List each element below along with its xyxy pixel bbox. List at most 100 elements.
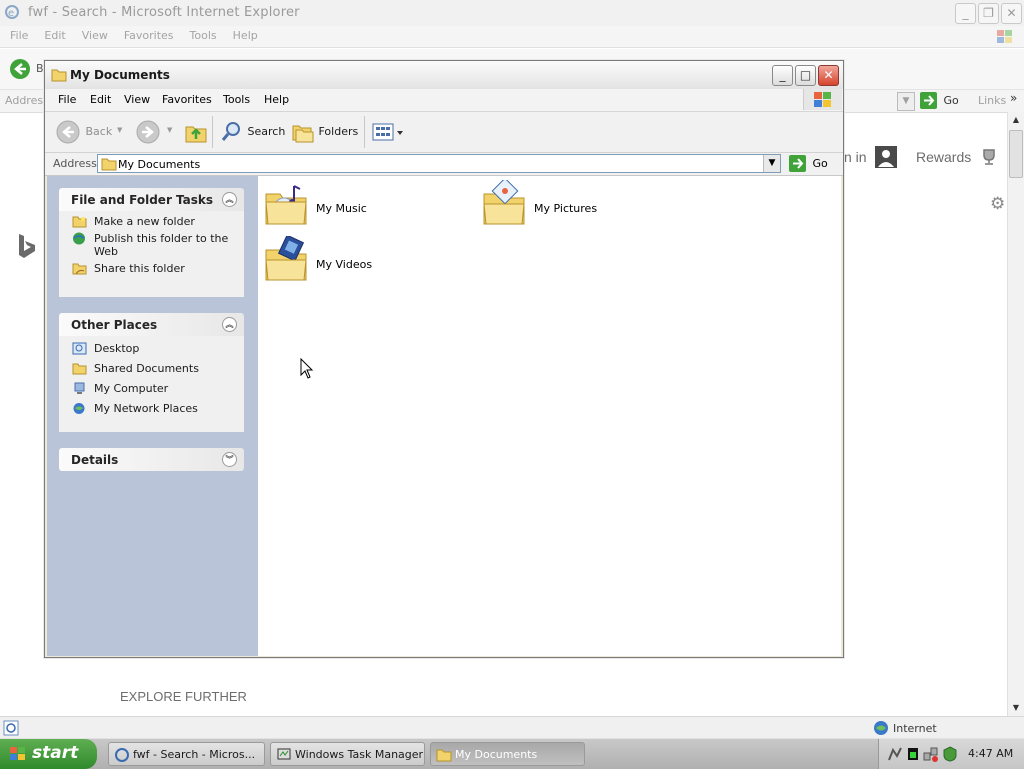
- folder-title-icon: [51, 67, 67, 85]
- window-menu-bar: File Edit View Favorites Tools Help: [45, 89, 843, 112]
- scroll-down-arrow-icon[interactable]: ▼: [1008, 700, 1024, 716]
- search-button[interactable]: Search: [220, 120, 285, 144]
- collapse-chevron-icon[interactable]: ︽: [222, 317, 237, 332]
- ie-close-button[interactable]: ✕: [1001, 3, 1022, 24]
- my-computer-label: My Computer: [94, 382, 169, 395]
- shared-documents-icon: [72, 362, 87, 375]
- menu-view[interactable]: View: [124, 93, 150, 106]
- ie-menu-tools[interactable]: Tools: [190, 26, 217, 46]
- ie-back-label: B: [36, 62, 44, 75]
- taskbar-button-task-manager[interactable]: Windows Task Manager: [270, 742, 425, 766]
- address-value: My Documents: [118, 158, 201, 171]
- ie-title: fwf - Search - Microsoft Internet Explor…: [28, 5, 300, 20]
- window-address-bar: Address My Documents ▼ Go: [45, 153, 843, 176]
- taskbar-button-ie-label: fwf - Search - Micros...: [133, 748, 256, 761]
- address-dropdown-icon[interactable]: ▼: [763, 155, 780, 172]
- ie-links-label[interactable]: Links: [978, 94, 1006, 107]
- minimize-button[interactable]: _: [772, 65, 793, 86]
- user-avatar-icon[interactable]: [875, 146, 897, 171]
- shared-documents-link[interactable]: Shared Documents: [59, 362, 244, 375]
- settings-gear-icon[interactable]: ⚙: [990, 194, 1005, 214]
- views-button[interactable]: [371, 120, 405, 147]
- other-places-header[interactable]: Other Places ︽: [59, 313, 244, 336]
- make-new-folder-link[interactable]: Make a new folder: [59, 215, 244, 228]
- address-label: Address: [53, 157, 97, 170]
- menu-tools[interactable]: Tools: [223, 93, 250, 106]
- go-button[interactable]: Go: [789, 155, 828, 172]
- ie-menu-file[interactable]: File: [10, 26, 28, 46]
- address-field[interactable]: My Documents ▼: [97, 154, 781, 173]
- address-folder-icon: [101, 156, 117, 174]
- bing-logo-icon[interactable]: [16, 232, 38, 263]
- explore-further-heading: EXPLORE FURTHER: [120, 689, 247, 704]
- scroll-up-arrow-icon[interactable]: ▲: [1008, 112, 1024, 128]
- other-places-title: Other Places: [71, 318, 158, 332]
- menu-edit[interactable]: Edit: [90, 93, 111, 106]
- ie-go-button[interactable]: Go: [920, 92, 959, 109]
- taskbar-button-task-manager-label: Windows Task Manager: [295, 748, 424, 761]
- taskbar-button-my-documents[interactable]: My Documents: [430, 742, 585, 766]
- desktop-link[interactable]: Desktop: [59, 342, 244, 355]
- my-videos-label: My Videos: [316, 258, 373, 271]
- window-title-bar[interactable]: My Documents _ □ ✕: [45, 61, 843, 90]
- windows-logo-icon: [9, 746, 27, 767]
- sign-in-link[interactable]: n in: [844, 149, 867, 165]
- my-network-places-link[interactable]: My Network Places: [59, 402, 244, 415]
- back-dropdown-icon[interactable]: ▼: [117, 126, 122, 134]
- file-folder-tasks-title: File and Folder Tasks: [71, 193, 214, 207]
- ie-menu-help[interactable]: Help: [233, 26, 258, 46]
- ie-address-dropdown-icon[interactable]: ▼: [897, 92, 915, 111]
- forward-dropdown-icon[interactable]: ▼: [167, 126, 172, 134]
- other-places-body: Desktop Shared Documents My Computer My …: [59, 336, 244, 432]
- system-tray: 4:47 AM: [878, 739, 1024, 769]
- forward-button[interactable]: [136, 120, 160, 147]
- ie-menu-bar: File Edit View Favorites Tools Help: [0, 26, 1024, 48]
- window-toolbar: Back ▼ ▼ Search Folders: [45, 112, 843, 153]
- my-computer-link[interactable]: My Computer: [59, 382, 244, 395]
- expand-chevron-icon[interactable]: ︾: [222, 452, 237, 467]
- maximize-button[interactable]: □: [795, 65, 816, 86]
- menu-help[interactable]: Help: [264, 93, 289, 106]
- file-folder-tasks-header[interactable]: File and Folder Tasks ︽: [59, 188, 244, 211]
- tray-security-icon[interactable]: [942, 746, 958, 765]
- trophy-icon[interactable]: [980, 148, 998, 169]
- ie-taskbar-icon: [114, 747, 130, 765]
- share-folder-icon: [72, 262, 87, 275]
- toolbar-separator: [364, 116, 365, 148]
- publish-folder-link[interactable]: Publish this folder to the Web: [59, 232, 244, 258]
- toolbar-separator: [212, 116, 213, 148]
- details-header[interactable]: Details ︾: [59, 448, 244, 471]
- taskbar-button-ie[interactable]: fwf - Search - Micros...: [108, 742, 265, 766]
- publish-folder-label: Publish this folder to the Web: [94, 232, 229, 258]
- windows-flag-icon: [803, 89, 842, 110]
- my-computer-icon: [72, 382, 87, 395]
- ie-links-chevron-icon[interactable]: »: [1010, 91, 1017, 105]
- ie-vertical-scrollbar[interactable]: ▲ ▼: [1007, 112, 1024, 716]
- back-button[interactable]: Back: [56, 120, 112, 144]
- folders-button[interactable]: Folders: [291, 120, 358, 144]
- folders-label: Folders: [318, 125, 359, 138]
- ie-menu-edit[interactable]: Edit: [44, 26, 65, 46]
- menu-file[interactable]: File: [58, 93, 76, 106]
- menu-favorites[interactable]: Favorites: [162, 93, 212, 106]
- ie-minimize-button[interactable]: _: [955, 3, 976, 24]
- tray-task-manager-icon[interactable]: [906, 746, 920, 765]
- ie-menu-favorites[interactable]: Favorites: [124, 26, 174, 46]
- ie-back-icon[interactable]: [9, 58, 31, 83]
- collapse-chevron-icon[interactable]: ︽: [222, 192, 237, 207]
- share-folder-link[interactable]: Share this folder: [59, 262, 244, 275]
- ie-menu-view[interactable]: View: [82, 26, 108, 46]
- ie-maximize-button[interactable]: ❐: [978, 3, 999, 24]
- tray-network-icon[interactable]: [887, 746, 903, 765]
- taskbar-button-my-documents-label: My Documents: [455, 748, 538, 761]
- tray-connection-icon[interactable]: [923, 746, 939, 765]
- rewards-link[interactable]: Rewards: [916, 149, 971, 165]
- start-button[interactable]: start: [0, 739, 97, 769]
- scroll-thumb[interactable]: [1009, 130, 1023, 178]
- up-folder-button[interactable]: [184, 120, 208, 147]
- clock[interactable]: 4:47 AM: [968, 747, 1013, 760]
- ie-logo-icon: e: [4, 4, 20, 20]
- desktop-icon: [72, 342, 87, 355]
- back-label: Back: [85, 125, 113, 138]
- close-button[interactable]: ✕: [818, 65, 839, 86]
